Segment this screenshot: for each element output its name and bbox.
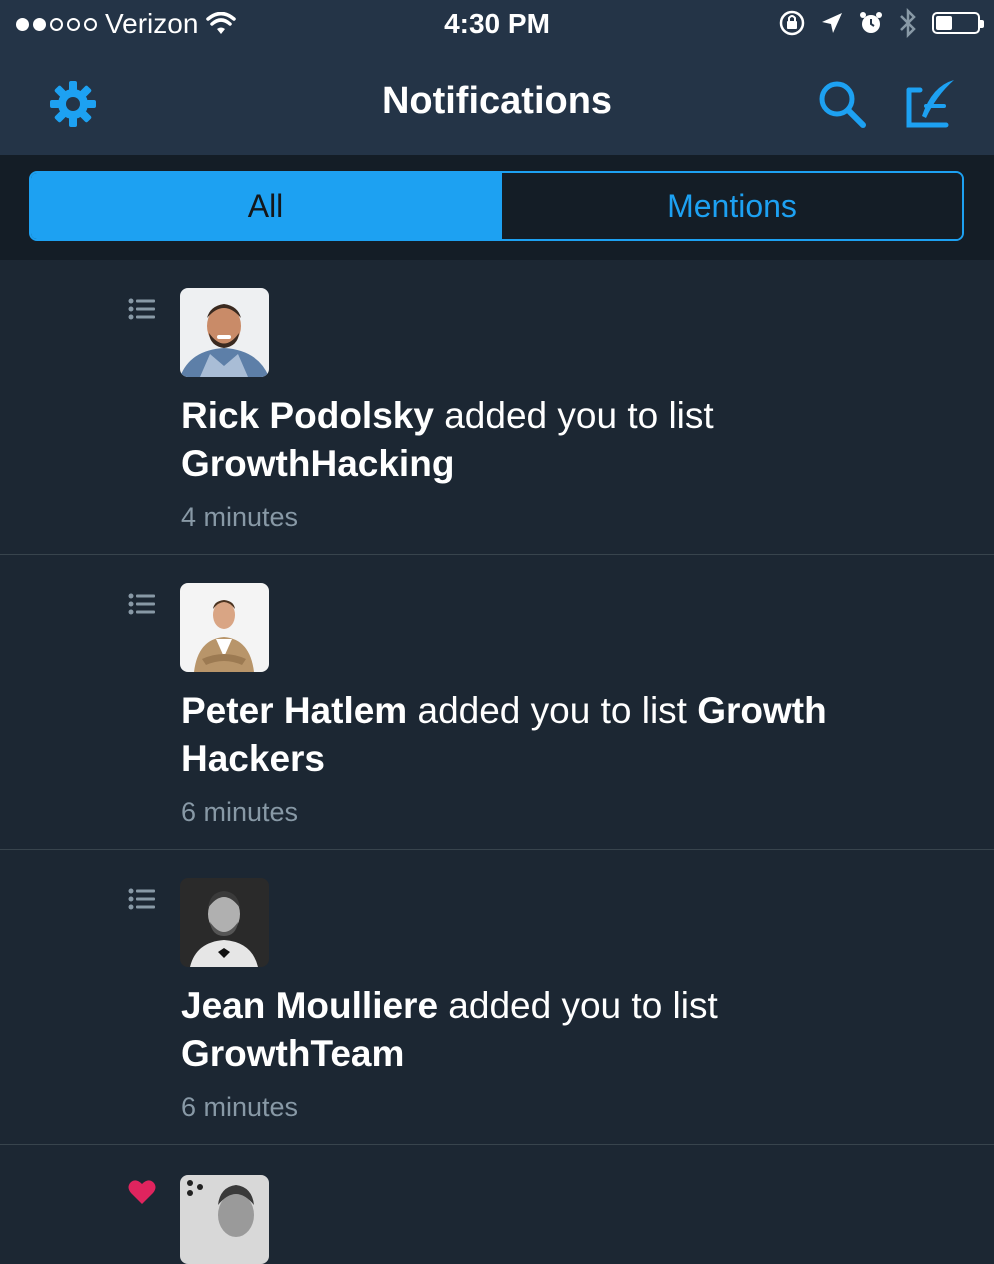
list-name[interactable]: GrowthTeam bbox=[181, 1033, 404, 1074]
tab-bar-container: All Mentions bbox=[0, 155, 994, 260]
location-arrow-icon bbox=[822, 13, 842, 33]
compose-icon[interactable] bbox=[902, 74, 962, 134]
action-text: added you to list bbox=[407, 690, 698, 731]
notification-text: Rick Podolsky added you to list GrowthHa… bbox=[181, 392, 941, 488]
timestamp: 6 minutes bbox=[181, 1092, 299, 1122]
avatar[interactable] bbox=[180, 583, 269, 672]
timestamp: 4 minutes bbox=[181, 502, 299, 532]
list-name[interactable]: GrowthHacking bbox=[181, 443, 454, 484]
alarm-icon bbox=[860, 12, 882, 33]
status-right bbox=[778, 8, 984, 38]
list-icon bbox=[128, 593, 155, 615]
notification-item[interactable]: Jean Moulliere added you to list GrowthT… bbox=[0, 850, 994, 1145]
notification-item[interactable]: Rick Podolsky added you to list GrowthHa… bbox=[0, 260, 994, 555]
action-text: added you to list bbox=[438, 985, 718, 1026]
nav-bar: Notifications bbox=[0, 52, 994, 155]
list-icon bbox=[128, 298, 155, 320]
list-icon bbox=[128, 888, 155, 910]
notification-text: Peter Hatlem added you to list Growth Ha… bbox=[181, 687, 941, 783]
user-name[interactable]: Rick Podolsky bbox=[181, 395, 434, 436]
avatar[interactable] bbox=[180, 878, 269, 967]
tab-mentions[interactable]: Mentions bbox=[502, 173, 962, 239]
segmented-control: All Mentions bbox=[29, 171, 964, 241]
status-bar: Verizon 4:30 PM bbox=[0, 0, 994, 52]
battery-icon bbox=[932, 12, 984, 34]
user-name[interactable]: Jean Moulliere bbox=[181, 985, 438, 1026]
notification-item[interactable] bbox=[0, 1145, 994, 1264]
heart-icon bbox=[128, 1180, 156, 1204]
timestamp: 6 minutes bbox=[181, 797, 299, 827]
rotation-lock-icon bbox=[779, 10, 805, 36]
notification-text: Jean Moulliere added you to list GrowthT… bbox=[181, 982, 941, 1078]
tab-all[interactable]: All bbox=[31, 173, 502, 239]
notification-item[interactable]: Peter Hatlem added you to list Growth Ha… bbox=[0, 555, 994, 850]
bluetooth-icon bbox=[900, 8, 916, 38]
search-icon[interactable] bbox=[812, 74, 872, 134]
avatar[interactable] bbox=[180, 288, 269, 377]
battery-fill bbox=[936, 16, 952, 30]
action-text: added you to list bbox=[433, 395, 714, 436]
avatar[interactable] bbox=[180, 1175, 269, 1264]
user-name[interactable]: Peter Hatlem bbox=[181, 690, 407, 731]
notifications-feed[interactable]: Rick Podolsky added you to list GrowthHa… bbox=[0, 260, 994, 1264]
